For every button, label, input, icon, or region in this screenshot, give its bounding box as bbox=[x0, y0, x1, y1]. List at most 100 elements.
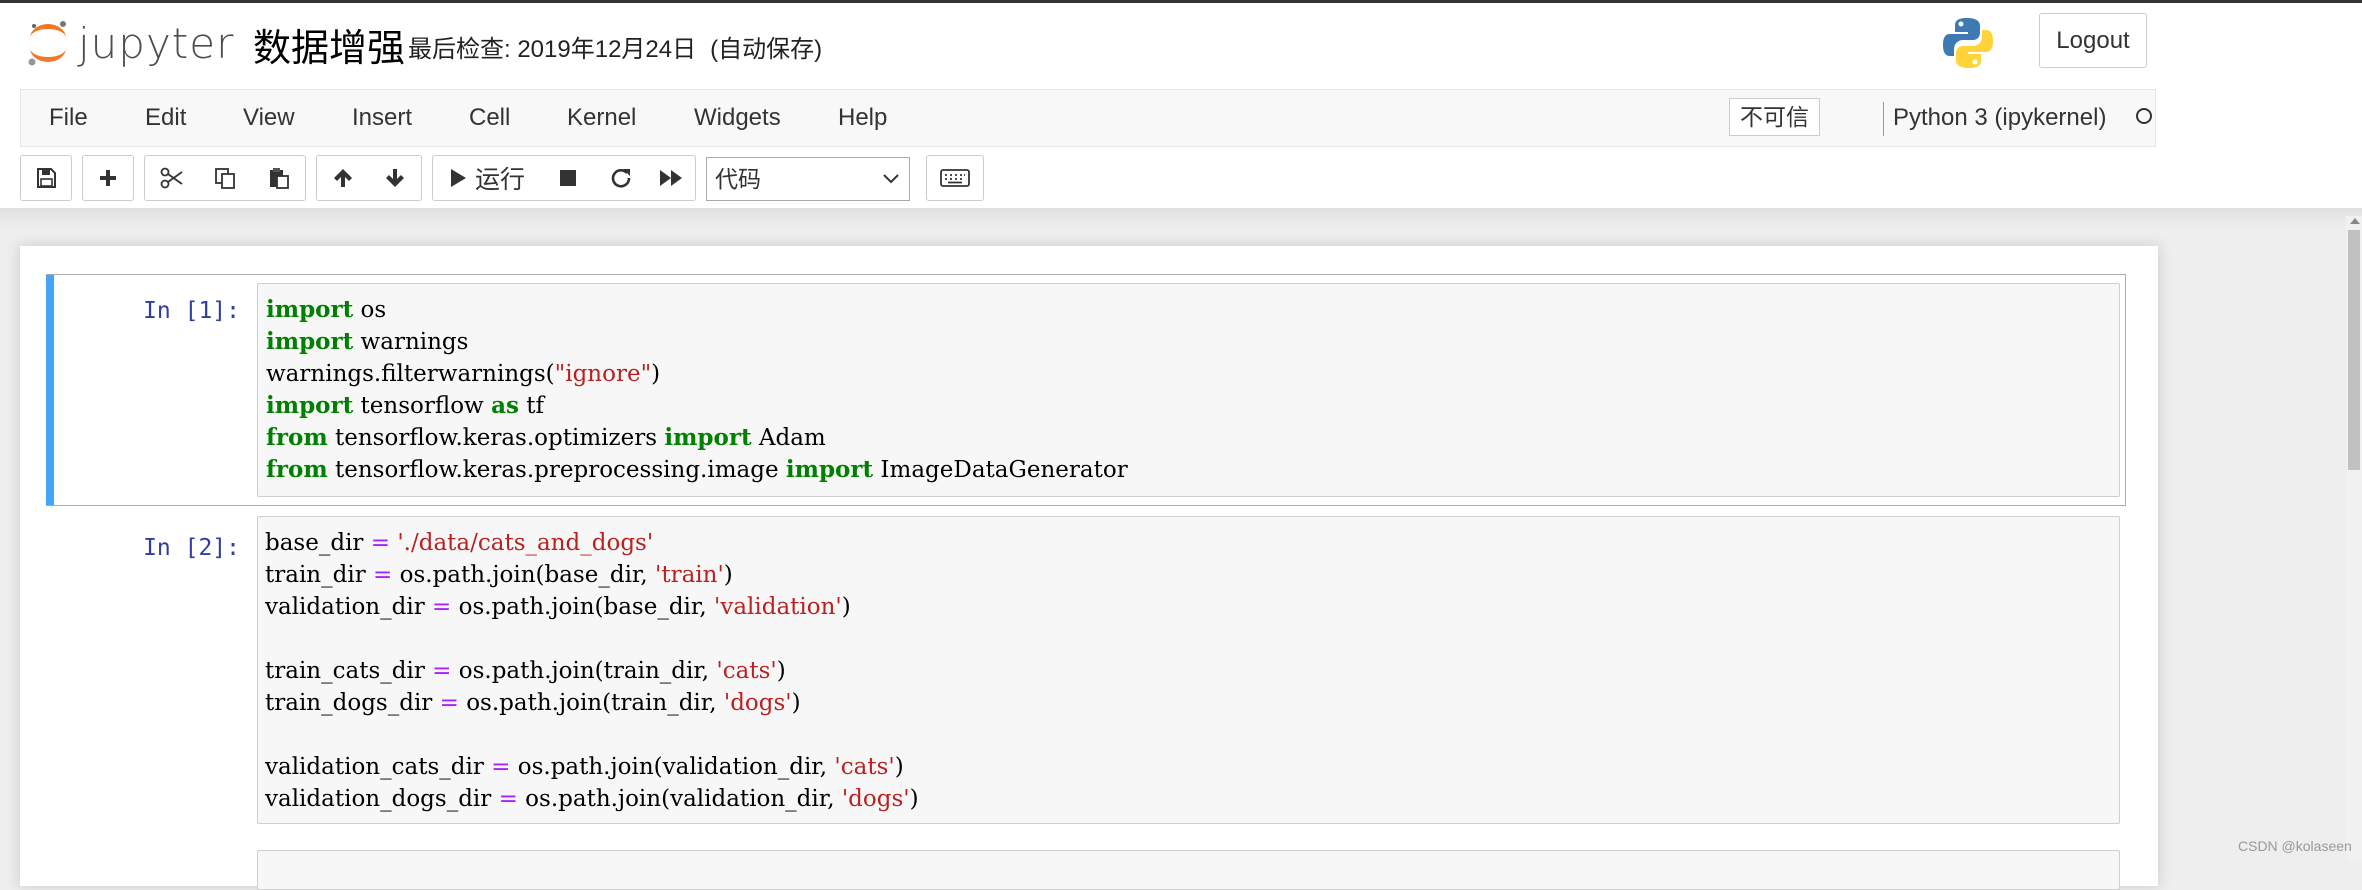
restart-button[interactable] bbox=[594, 155, 648, 201]
menu-widgets[interactable]: Widgets bbox=[694, 90, 781, 146]
keyword: from bbox=[266, 456, 328, 483]
interrupt-button[interactable] bbox=[541, 155, 595, 201]
code-line: train_dogs_dir = os.path.join(train_dir,… bbox=[265, 690, 801, 716]
header-shadow bbox=[0, 208, 2362, 228]
string-literal: 'validation' bbox=[714, 594, 842, 620]
cell-type-value: 代码 bbox=[715, 166, 761, 192]
menu-help[interactable]: Help bbox=[838, 90, 887, 146]
logout-button[interactable]: Logout bbox=[2039, 13, 2147, 68]
run-label: 运行 bbox=[474, 166, 525, 194]
input-prompt: In [1]: bbox=[143, 298, 240, 324]
code-line: train_dir = os.path.join(base_dir, 'trai… bbox=[265, 562, 733, 588]
save-button[interactable] bbox=[20, 155, 72, 201]
save-icon bbox=[37, 168, 56, 188]
kernel-divider bbox=[1883, 102, 1884, 136]
move-down-button[interactable] bbox=[369, 155, 422, 201]
notebook-name[interactable]: 数据增强 bbox=[253, 17, 405, 72]
menu-file[interactable]: File bbox=[49, 90, 88, 146]
keyword: import bbox=[785, 456, 874, 483]
paste-icon bbox=[269, 168, 289, 189]
cut-icon bbox=[160, 167, 183, 189]
run-button[interactable]: 运行 bbox=[432, 155, 542, 201]
play-icon bbox=[450, 169, 466, 187]
scrollbar-thumb[interactable] bbox=[2348, 230, 2360, 470]
string-literal: 'train' bbox=[655, 562, 724, 588]
notebook-container: In [1]: import os import warnings warnin… bbox=[20, 246, 2158, 890]
code-line: import os bbox=[266, 296, 387, 323]
code-line: warnings.filterwarnings("ignore") bbox=[266, 361, 661, 387]
code-content: import os import warnings warnings.filte… bbox=[258, 284, 2119, 486]
code-content: base_dir = './data/cats_and_dogs' train_… bbox=[258, 517, 2119, 815]
code-cell-1[interactable]: In [1]: import os import warnings warnin… bbox=[46, 274, 2126, 506]
string-literal: './data/cats_and_dogs' bbox=[397, 530, 654, 556]
checkpoint-text: 最后检查: 2019年12月24日 bbox=[408, 36, 697, 63]
keyword: from bbox=[266, 424, 328, 451]
checkpoint-status: 最后检查: 2019年12月24日 (自动保存) bbox=[408, 29, 822, 64]
stop-icon bbox=[559, 170, 576, 186]
python-logo-icon bbox=[1943, 18, 1993, 68]
code-cell-3[interactable] bbox=[46, 850, 2126, 890]
keyword: import bbox=[664, 424, 752, 451]
code-line: from tensorflow.keras.preprocessing.imag… bbox=[266, 456, 1128, 483]
command-palette-button[interactable] bbox=[926, 155, 984, 201]
string-literal: 'dogs' bbox=[841, 786, 910, 812]
keyword: import bbox=[266, 328, 354, 355]
keyword: import bbox=[266, 296, 354, 323]
jupyter-logo[interactable]: jupyter bbox=[26, 15, 234, 71]
string-literal: 'cats' bbox=[834, 754, 895, 780]
code-editor[interactable] bbox=[257, 850, 2120, 890]
code-line: import tensorflow as tf bbox=[266, 392, 544, 419]
code-line: validation_dir = os.path.join(base_dir, … bbox=[265, 594, 851, 620]
jupyter-logo-icon bbox=[28, 21, 66, 66]
operator: = bbox=[373, 562, 393, 588]
operator: = bbox=[432, 594, 452, 620]
kernel-name: Python 3 (ipykernel) bbox=[1893, 104, 2107, 131]
arrow-up-icon bbox=[334, 169, 352, 187]
fast-forward-icon bbox=[660, 170, 682, 186]
code-editor[interactable]: base_dir = './data/cats_and_dogs' train_… bbox=[257, 516, 2120, 824]
menu-view[interactable]: View bbox=[243, 90, 295, 146]
cell-type-select[interactable]: 代码 bbox=[706, 157, 910, 201]
code-line: validation_cats_dir = os.path.join(valid… bbox=[265, 754, 904, 780]
restart-run-all-button[interactable] bbox=[647, 155, 696, 201]
string-literal: 'cats' bbox=[716, 658, 777, 684]
string-literal: 'dogs' bbox=[723, 690, 792, 716]
code-line: train_cats_dir = os.path.join(train_dir,… bbox=[265, 658, 786, 684]
input-prompt: In [2]: bbox=[143, 535, 240, 561]
chevron-down-icon bbox=[883, 174, 899, 184]
code-line: validation_dogs_dir = os.path.join(valid… bbox=[265, 786, 919, 812]
menu-kernel[interactable]: Kernel bbox=[567, 90, 636, 146]
keyboard-icon bbox=[940, 169, 970, 187]
paste-button[interactable] bbox=[252, 155, 306, 201]
arrow-down-icon bbox=[386, 169, 404, 187]
code-line: from tensorflow.keras.optimizers import … bbox=[266, 424, 826, 451]
scroll-up-icon[interactable] bbox=[2350, 218, 2360, 224]
app-name: jupyter bbox=[78, 18, 235, 68]
operator: = bbox=[491, 754, 511, 780]
operator: = bbox=[439, 690, 459, 716]
menu-cell[interactable]: Cell bbox=[469, 90, 510, 146]
autosave-status: (自动保存) bbox=[710, 36, 823, 63]
operator: = bbox=[498, 786, 518, 812]
menu-edit[interactable]: Edit bbox=[145, 90, 186, 146]
copy-button[interactable] bbox=[198, 155, 253, 201]
menubar: File Edit View Insert Cell Kernel Widget… bbox=[20, 89, 2156, 147]
code-cell-2[interactable]: In [2]: base_dir = './data/cats_and_dogs… bbox=[46, 516, 2126, 824]
operator: = bbox=[370, 530, 391, 556]
kernel-idle-icon bbox=[2136, 108, 2152, 124]
header: jupyter 数据增强 最后检查: 2019年12月24日 (自动保存) Log… bbox=[0, 0, 2362, 208]
watermark: CSDN @kolaseen bbox=[2238, 838, 2352, 854]
insert-cell-button[interactable] bbox=[82, 155, 134, 201]
menu-insert[interactable]: Insert bbox=[352, 90, 412, 146]
trust-indicator[interactable]: 不可信 bbox=[1729, 98, 1820, 136]
keyword: as bbox=[491, 392, 519, 419]
restart-icon bbox=[611, 169, 630, 188]
python-logo bbox=[1940, 15, 1996, 76]
cut-button[interactable] bbox=[144, 155, 199, 201]
code-line: base_dir = './data/cats_and_dogs' bbox=[265, 530, 654, 556]
move-up-button[interactable] bbox=[316, 155, 370, 201]
code-editor[interactable]: import os import warnings warnings.filte… bbox=[257, 283, 2120, 497]
string-literal: "ignore" bbox=[554, 361, 652, 387]
copy-icon bbox=[215, 168, 235, 189]
code-line: import warnings bbox=[266, 328, 469, 355]
